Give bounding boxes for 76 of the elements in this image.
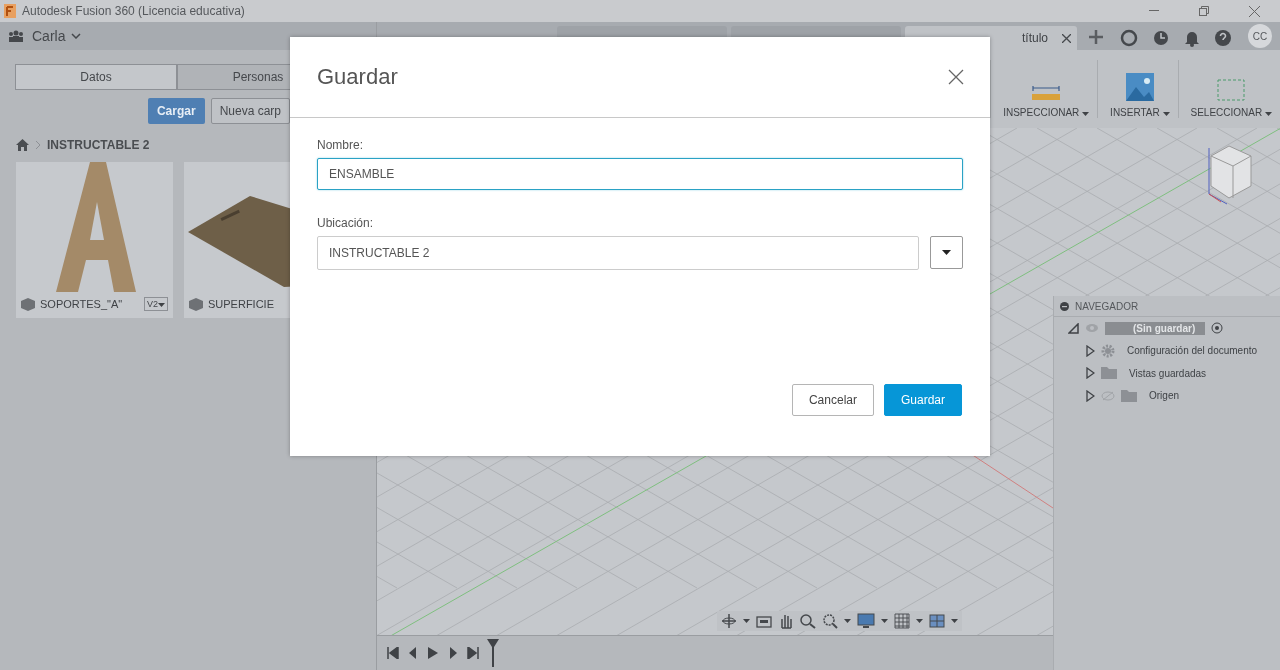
image-icon bbox=[1125, 73, 1154, 101]
folder-icon bbox=[1101, 367, 1117, 380]
caret-icon bbox=[881, 619, 888, 623]
ruler-icon bbox=[1032, 85, 1061, 101]
camera-icon[interactable] bbox=[756, 614, 772, 628]
tree-item[interactable]: Vistas guardadas bbox=[1129, 367, 1207, 379]
toolbar-menu-button[interactable]: SELECCIONAR bbox=[1177, 60, 1280, 118]
bell-icon[interactable] bbox=[1184, 29, 1200, 47]
version-dropdown[interactable]: V2 bbox=[144, 297, 168, 311]
clock-icon[interactable] bbox=[1152, 29, 1170, 47]
tree-item[interactable]: Configuración del documento bbox=[1127, 345, 1258, 357]
cube-icon bbox=[189, 297, 203, 311]
play-icon[interactable] bbox=[427, 647, 439, 659]
tab-label: título bbox=[1022, 31, 1048, 45]
caret-icon bbox=[1162, 112, 1170, 116]
new-tab-button[interactable] bbox=[1086, 27, 1106, 47]
tree-item[interactable]: Origen bbox=[1149, 390, 1179, 402]
save-button[interactable]: Guardar bbox=[883, 384, 962, 416]
browser-title: NAVEGADOR bbox=[1075, 300, 1139, 312]
toolbar-menu-button[interactable]: INSERTAR bbox=[1097, 60, 1178, 118]
display-icon[interactable] bbox=[857, 613, 875, 629]
collapsed-triangle-icon[interactable] bbox=[1086, 367, 1095, 380]
step-forward-icon[interactable] bbox=[447, 647, 459, 659]
collapsed-triangle-icon[interactable] bbox=[1086, 344, 1095, 357]
close-icon[interactable] bbox=[1062, 33, 1071, 43]
zoom-icon[interactable] bbox=[800, 613, 816, 629]
step-back-icon[interactable] bbox=[407, 647, 419, 659]
user-menu[interactable]: Carla bbox=[32, 28, 82, 44]
gear-icon bbox=[1101, 343, 1115, 358]
cancel-button[interactable]: Cancelar bbox=[791, 384, 874, 416]
radio-target-icon[interactable] bbox=[1211, 322, 1224, 335]
panel-tab[interactable]: Datos bbox=[15, 64, 177, 90]
orbit-icon[interactable] bbox=[721, 613, 737, 629]
caret-icon bbox=[951, 619, 958, 623]
zoom-window-icon[interactable] bbox=[822, 613, 838, 629]
new-folder-button[interactable]: Nueva carp bbox=[210, 98, 290, 124]
file-name: SOPORTES_"A" bbox=[40, 298, 124, 310]
minimize-icon bbox=[1149, 10, 1159, 12]
grid-icon[interactable] bbox=[894, 613, 910, 629]
restore-icon bbox=[1199, 6, 1209, 16]
hidden-eye-icon bbox=[1101, 390, 1115, 401]
help-icon[interactable] bbox=[1214, 29, 1232, 47]
expanded-triangle-icon[interactable] bbox=[1068, 322, 1079, 334]
caret-icon bbox=[743, 619, 750, 623]
caret-icon bbox=[916, 619, 923, 623]
upload-button[interactable]: Cargar bbox=[147, 98, 205, 124]
dropdown-button[interactable] bbox=[930, 236, 963, 269]
breadcrumb-folder[interactable]: INSTRUCTABLE 2 bbox=[47, 138, 150, 152]
timeline-marker-icon[interactable] bbox=[487, 639, 499, 667]
file-card[interactable]: SOPORTES_"A" V2 bbox=[16, 162, 173, 318]
people-icon bbox=[8, 30, 24, 42]
app-logo-icon bbox=[4, 4, 16, 18]
location-field[interactable]: INSTRUCTABLE 2 bbox=[317, 236, 919, 270]
field-label: Nombre: bbox=[317, 138, 364, 152]
caret-icon bbox=[1082, 112, 1090, 116]
close-button[interactable] bbox=[948, 69, 964, 85]
caret-icon bbox=[844, 619, 851, 623]
chevron-down-icon bbox=[71, 33, 82, 39]
collapse-icon[interactable] bbox=[1060, 301, 1069, 311]
name-input-field[interactable]: ENSAMBLE bbox=[317, 158, 963, 190]
window-title: Autodesk Fusion 360 (Licencia educativa) bbox=[22, 4, 246, 18]
skip-back-icon[interactable] bbox=[387, 647, 399, 659]
cube-icon bbox=[21, 297, 35, 311]
chevron-icon bbox=[35, 140, 41, 150]
skip-forward-icon[interactable] bbox=[467, 647, 479, 659]
collapsed-triangle-icon[interactable] bbox=[1086, 389, 1095, 402]
home-icon[interactable] bbox=[16, 139, 29, 151]
selection-box-icon bbox=[1217, 79, 1246, 101]
close-icon bbox=[1248, 5, 1260, 17]
caret-icon bbox=[942, 250, 951, 255]
user-avatar[interactable]: CC bbox=[1248, 24, 1272, 48]
caret-icon bbox=[1265, 112, 1272, 116]
caret-icon bbox=[158, 303, 165, 307]
folder-icon bbox=[1121, 389, 1137, 402]
file-name: SUPERFICIE bbox=[208, 298, 275, 310]
hand-icon[interactable] bbox=[778, 613, 794, 629]
